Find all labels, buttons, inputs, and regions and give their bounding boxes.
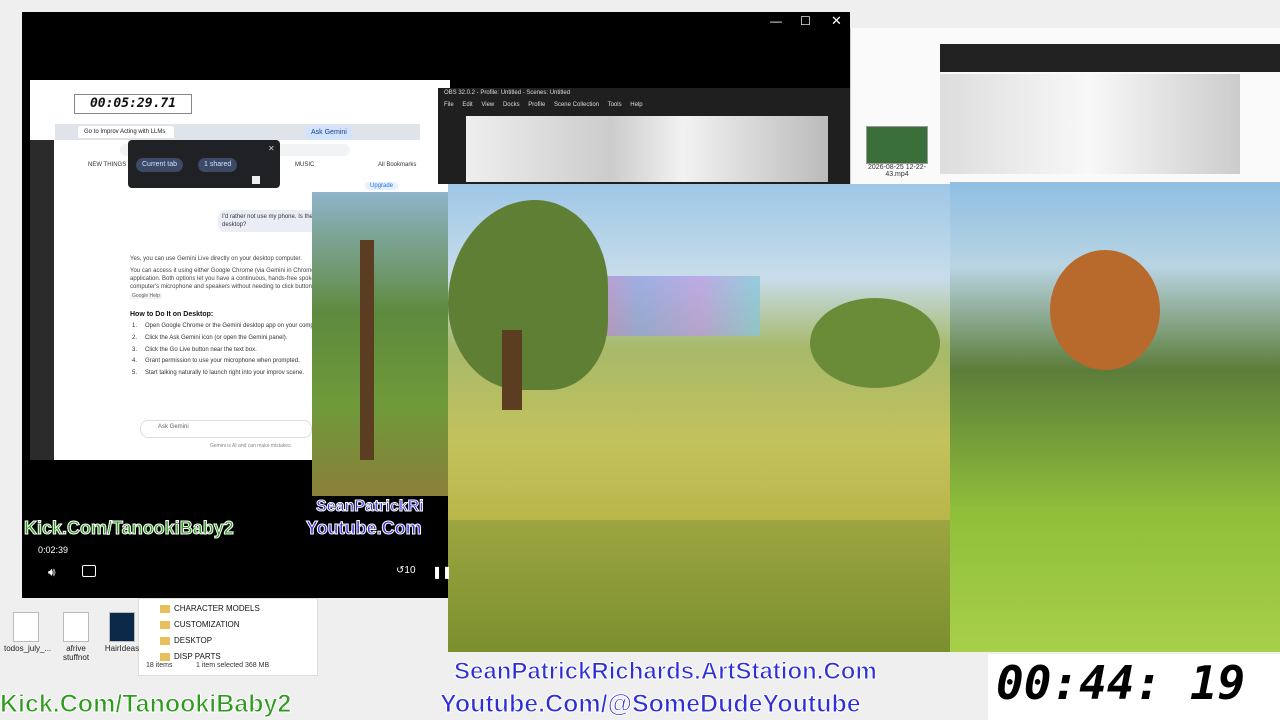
menu-scene-collection[interactable]: Scene Collection [554, 102, 599, 108]
bookmark-music[interactable]: MUSIC [295, 162, 314, 168]
big-tree-left-trunk [502, 330, 522, 410]
step-item: Grant permission to use your microphone … [145, 358, 300, 364]
share-close-icon[interactable]: ✕ [268, 144, 275, 153]
overlay-name-partial: SeanPatrickRi [316, 498, 425, 516]
minimize-button[interactable]: — [770, 14, 782, 28]
folder-icon [160, 652, 170, 661]
step-number: 3. [132, 347, 138, 353]
tree-right [810, 298, 940, 388]
browser-tab[interactable]: Go to Improv Acting with LLMs [78, 126, 174, 138]
ask-gemini-chip[interactable]: Ask Gemini [305, 126, 353, 140]
menu-tools[interactable]: Tools [608, 102, 622, 108]
menu-file[interactable]: File [444, 102, 454, 108]
background-window-right-titlebar [940, 44, 1280, 72]
answer-line-1: Yes, you can use Gemini Live directly on… [130, 256, 302, 262]
overlay-artstation: SeanPatrickRichards.ArtStation.Com [454, 658, 878, 686]
bookmark-all[interactable]: All Bookmarks [378, 162, 416, 168]
obs-menu: File Edit View Docks Profile Scene Colle… [444, 102, 643, 108]
answer-line-4: computer's microphone and speakers witho… [130, 284, 330, 290]
source-chip[interactable]: Google Help [130, 293, 162, 299]
file-icon [63, 612, 89, 642]
answer-heading: How to Do It on Desktop: [130, 311, 214, 318]
explorer-status-count: 18 items [146, 662, 173, 669]
folder-icon [160, 636, 170, 645]
folder-icon [160, 620, 170, 629]
step-number: 4. [132, 358, 138, 364]
overlay-kick-left: Kick.Com/TanookiBaby2 [24, 518, 235, 539]
obs-preview [466, 116, 828, 182]
pause-icon[interactable]: ❚❚ [432, 565, 452, 579]
user-message-line-2: desktop? [222, 222, 247, 228]
step-item: Open Google Chrome or the Gemini desktop… [145, 323, 326, 329]
chat-input-placeholder: Ask Gemini [158, 424, 189, 430]
nested-sidebar [30, 140, 54, 460]
captions-icon[interactable] [82, 565, 96, 577]
overlay-timer: 00:44: 19 [996, 656, 1246, 710]
overlay-youtube-bottom: Youtube.Com/@SomeDudeYoutube [440, 690, 862, 719]
user-message-line-1: I'd rather not use my phone. Is there a [222, 214, 324, 220]
folder-item[interactable]: DESKTOP [160, 636, 212, 645]
flower-field [448, 520, 968, 652]
rewind-10-icon[interactable]: ↺10 [396, 565, 416, 576]
answer-line-2: You can access it using either Google Ch… [130, 268, 334, 274]
video-thumbnail-label: 2026-08-25 12-22-43.mp4 [868, 164, 926, 178]
autumn-tree [1050, 250, 1160, 370]
tree-trunk-partial [360, 240, 374, 460]
pause-share-icon[interactable] [252, 176, 260, 184]
bookmark-new-things[interactable]: NEW THINGS [88, 162, 126, 168]
close-button[interactable]: ✕ [831, 13, 842, 29]
maximize-button[interactable]: ☐ [800, 14, 811, 28]
menu-profile[interactable]: Profile [528, 102, 545, 108]
desktop-icon-afrive[interactable]: afrive stuffnot [54, 612, 98, 662]
folder-icon [160, 604, 170, 613]
step-number: 5. [132, 370, 138, 376]
recording-thumbnails [940, 74, 1240, 174]
share-shared[interactable]: 1 shared [198, 158, 238, 172]
step-item: Click the Ask Gemini icon (or open the G… [145, 335, 288, 341]
recorder-timer: 00:05:29.71 [74, 94, 192, 114]
photoshop-file-icon [109, 612, 135, 642]
menu-help[interactable]: Help [630, 102, 642, 108]
explorer-status-selected: 1 item selected 368 MB [196, 662, 270, 669]
file-icon [13, 612, 39, 642]
obs-title: OBS 32.0.2 - Profile: Untitled - Scenes:… [444, 90, 571, 96]
step-number: 2. [132, 335, 138, 341]
video-thumbnail[interactable] [866, 126, 928, 164]
folder-item[interactable]: DISP PARTS [160, 652, 221, 661]
step-item: Click the Go Live button near the text b… [145, 347, 257, 353]
menu-edit[interactable]: Edit [462, 102, 472, 108]
share-current-tab[interactable]: Current tab [136, 158, 184, 172]
volume-icon[interactable]: 🔊︎ [48, 565, 56, 580]
step-item: Start talking naturally to launch right … [145, 370, 305, 376]
overlay-kick-bottom: Kick.Com/TanookiBaby2 [0, 690, 292, 719]
desktop-icon-todos[interactable]: todos_july_... [4, 612, 51, 653]
overlay-youtube-left: Youtube.Com [306, 518, 423, 539]
menu-view[interactable]: View [481, 102, 494, 108]
step-number: 1. [132, 323, 138, 329]
menu-docks[interactable]: Docks [503, 102, 520, 108]
upgrade-button[interactable]: Upgrade [365, 182, 399, 190]
folder-item[interactable]: CHARACTER MODELS [160, 604, 260, 613]
folder-item[interactable]: CUSTOMIZATION [160, 620, 239, 629]
tree-artwork-partial [312, 192, 452, 496]
answer-line-3: application. Both options let you have a… [130, 276, 333, 282]
chat-disclaimer: Gemini is AI and can make mistakes. [210, 443, 292, 449]
player-elapsed: 0:02:39 [38, 545, 69, 555]
desktop-icon-hairideas[interactable]: HairIdeas [100, 612, 144, 653]
